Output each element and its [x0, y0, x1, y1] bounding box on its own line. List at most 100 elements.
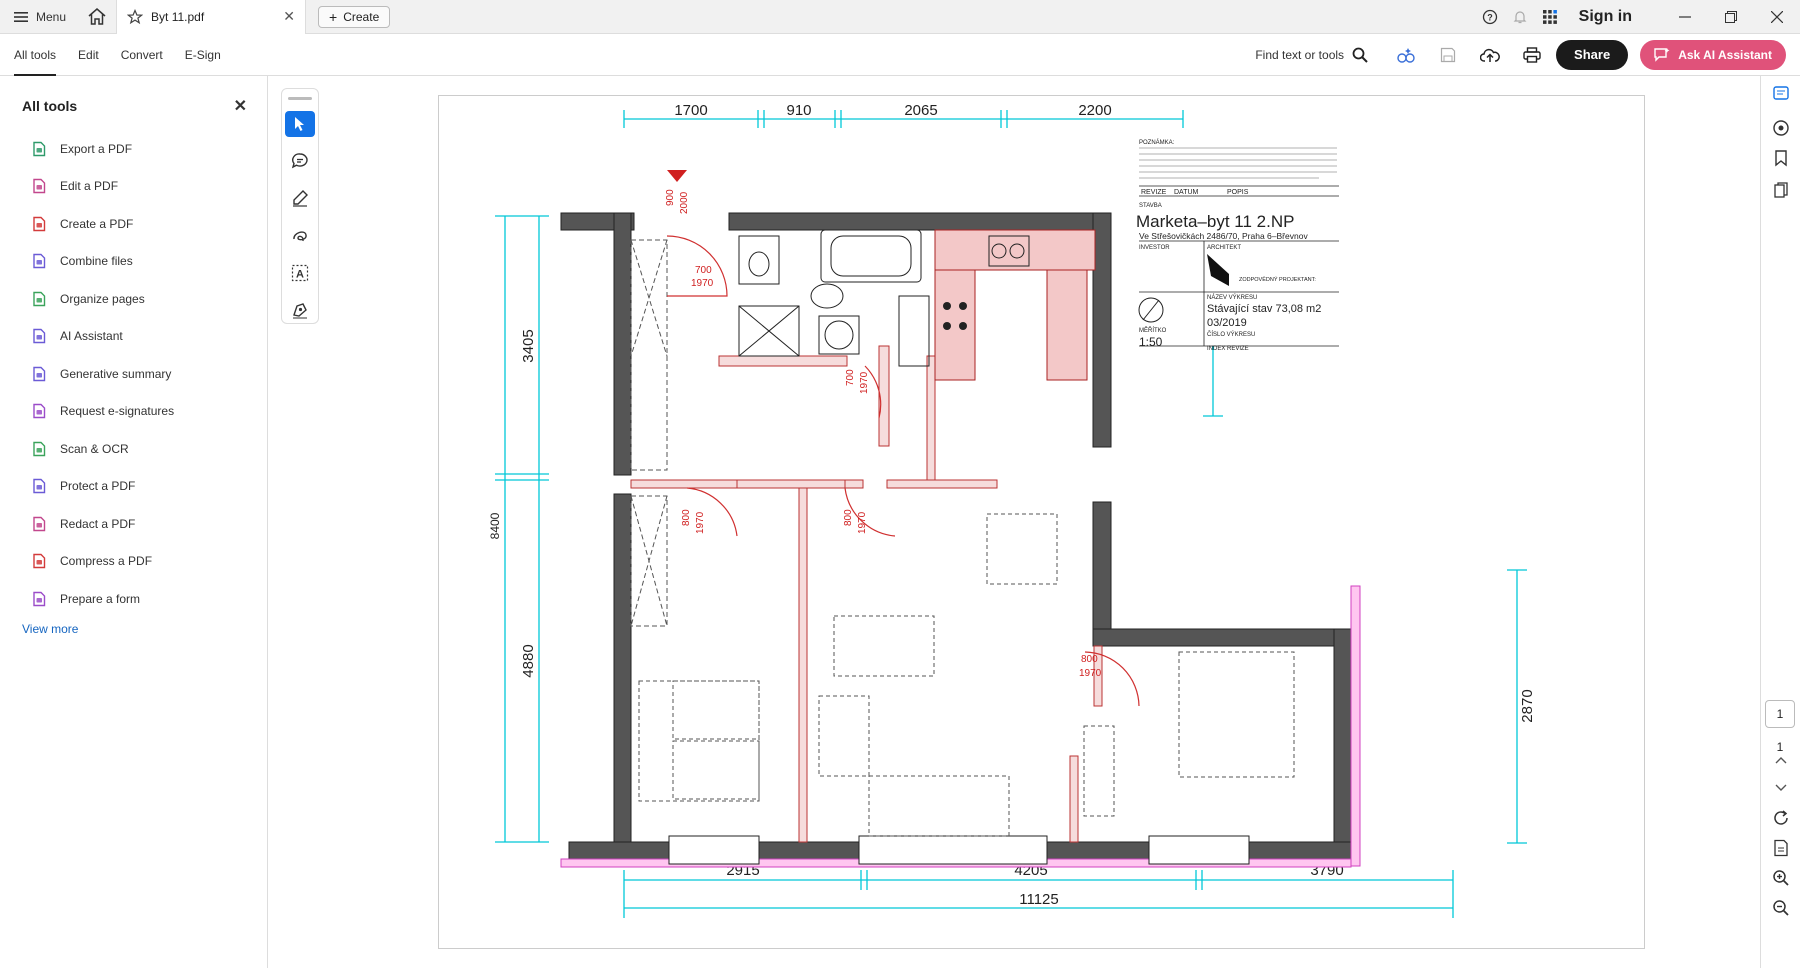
prepare-form-icon — [30, 590, 48, 608]
zoom-in-icon[interactable] — [1769, 866, 1793, 890]
bookmark-icon[interactable] — [1769, 146, 1793, 170]
tb-investor: INVESTOR — [1139, 245, 1170, 251]
dim-left-1: 3405 — [520, 329, 537, 362]
tool-item-combine-files[interactable]: Combine files — [0, 243, 267, 281]
dim-top-3: 2065 — [904, 102, 937, 119]
door-4-w: 800 — [681, 509, 692, 526]
tool-item-prepare-form[interactable]: Prepare a form — [0, 580, 267, 618]
hallway-wardrobe — [630, 239, 668, 627]
document-tab[interactable]: Byt 11.pdf ✕ — [116, 0, 307, 34]
edit-pdf-icon — [30, 177, 48, 195]
comments-panel-icon[interactable] — [1769, 82, 1793, 106]
ask-ai-label: Ask AI Assistant — [1678, 47, 1772, 62]
view-more-link[interactable]: View more — [0, 622, 267, 636]
find-tools-search[interactable]: Find text or tools — [1255, 47, 1368, 63]
create-button[interactable]: + Create — [318, 5, 391, 28]
drag-handle[interactable] — [288, 97, 312, 100]
tab-e-sign[interactable]: E-Sign — [185, 34, 221, 76]
floor-plan-drawing: 1700 910 2065 2200 2915 4205 3790 11125 … — [488, 102, 1536, 918]
interior-walls — [630, 345, 1103, 843]
close-tab-icon[interactable]: ✕ — [283, 8, 295, 25]
save-icon[interactable] — [1430, 39, 1466, 71]
hamburger-icon — [14, 11, 28, 22]
sign-in-link[interactable]: Sign in — [1579, 8, 1632, 26]
tool-item-organize-pages[interactable]: Organize pages — [0, 280, 267, 318]
previous-page-icon[interactable] — [1769, 748, 1793, 772]
outer-insulation — [560, 585, 1361, 868]
find-label: Find text or tools — [1255, 47, 1345, 62]
page-number-input[interactable]: 1 — [1765, 700, 1795, 728]
dim-top-1: 1700 — [674, 102, 707, 119]
export-pdf-icon — [30, 140, 48, 158]
request-esignatures-icon — [30, 402, 48, 420]
restore-button[interactable] — [1708, 0, 1754, 34]
close-window-button[interactable] — [1754, 0, 1800, 34]
ai-chat-panel-icon[interactable] — [1769, 116, 1793, 140]
help-icon[interactable]: ? — [1475, 2, 1505, 32]
tool-item-export-pdf[interactable]: Export a PDF — [0, 130, 267, 168]
select-tool-icon[interactable] — [285, 110, 315, 138]
tb-note-label: POZNÁMKA: — [1139, 139, 1175, 146]
rotate-icon[interactable] — [1769, 806, 1793, 830]
kitchen-counter — [934, 229, 1096, 381]
tab-all-tools[interactable]: All tools — [14, 34, 57, 76]
tab-edit[interactable]: Edit — [78, 34, 99, 76]
print-icon[interactable] — [1514, 39, 1550, 71]
pages-icon[interactable] — [1769, 178, 1793, 202]
text-box-icon[interactable]: A — [285, 260, 315, 286]
tb-zodpovedny: ZODPOVĚDNÝ PROJEKTANT: — [1239, 275, 1316, 283]
tool-item-label: Create a PDF — [60, 216, 134, 231]
bell-icon[interactable] — [1505, 2, 1535, 32]
tool-item-compress-pdf[interactable]: Compress a PDF — [0, 543, 267, 581]
zoom-out-icon[interactable] — [1769, 896, 1793, 920]
tool-item-label: Scan & OCR — [60, 441, 129, 456]
share-button[interactable]: Share — [1556, 39, 1629, 70]
title-bar: Menu Byt 11.pdf ✕ + Create ? Sign in — [0, 0, 1800, 34]
tb-datum: DATUM — [1174, 189, 1199, 196]
tool-item-ai-assistant[interactable]: AI Assistant — [0, 318, 267, 356]
home-icon — [88, 8, 106, 25]
tool-item-label: Export a PDF — [60, 141, 133, 156]
tool-item-edit-pdf[interactable]: Edit a PDF — [0, 168, 267, 206]
menu-button[interactable]: Menu — [0, 0, 66, 34]
tools-list: Export a PDF Edit a PDF Create a PDF Combin… — [0, 130, 267, 618]
sign-tool-icon[interactable] — [285, 297, 315, 323]
tool-item-label: AI Assistant — [60, 329, 123, 344]
highlight-pen-icon[interactable] — [285, 185, 315, 211]
search-icon — [1352, 47, 1368, 63]
dim-total: 11125 — [1019, 891, 1059, 908]
tb-nazev: NÁZEV VÝKRESU — [1207, 294, 1257, 301]
tab-convert[interactable]: Convert — [121, 34, 163, 76]
tool-item-label: Request e-signatures — [60, 404, 175, 419]
door-1-w: 700 — [695, 265, 712, 276]
door-2-w: 900 — [665, 189, 676, 206]
close-panel-icon[interactable]: ✕ — [234, 96, 247, 116]
windows — [668, 835, 1250, 865]
page-fit-icon[interactable] — [1769, 836, 1793, 860]
tool-item-scan-ocr[interactable]: Scan & OCR — [0, 430, 267, 468]
ai-compare-icon[interactable] — [1388, 39, 1424, 71]
pdf-page[interactable]: 1700 910 2065 2200 2915 4205 3790 11125 … — [438, 95, 1645, 949]
next-page-icon[interactable] — [1769, 776, 1793, 800]
dim-top-4: 2200 — [1078, 102, 1111, 119]
ask-ai-assistant-button[interactable]: Ask AI Assistant — [1640, 39, 1786, 70]
door-4-h: 1970 — [695, 511, 706, 534]
apps-grid-icon[interactable] — [1535, 2, 1565, 32]
door-3-h: 1970 — [859, 371, 870, 394]
home-button[interactable] — [84, 4, 110, 30]
tool-item-label: Edit a PDF — [60, 179, 119, 194]
upload-cloud-icon[interactable] — [1472, 39, 1508, 71]
tab-title: Byt 11.pdf — [151, 9, 205, 24]
freehand-draw-icon[interactable] — [285, 222, 315, 248]
minimize-button[interactable] — [1662, 0, 1708, 34]
comment-tool-icon[interactable] — [285, 148, 315, 174]
tool-item-request-esignatures[interactable]: Request e-signatures — [0, 393, 267, 431]
tool-item-create-pdf[interactable]: Create a PDF — [0, 205, 267, 243]
tool-item-generative-summary[interactable]: Generative summary — [0, 355, 267, 393]
svg-text:?: ? — [1487, 12, 1493, 22]
tool-item-redact-pdf[interactable]: Redact a PDF — [0, 505, 267, 543]
menu-label: Menu — [36, 9, 67, 24]
tool-item-protect-pdf[interactable]: Protect a PDF — [0, 468, 267, 506]
document-canvas[interactable]: A 1700 910 2065 2200 2915 4205 3790 1112… — [269, 76, 1759, 968]
star-icon[interactable] — [127, 8, 144, 25]
